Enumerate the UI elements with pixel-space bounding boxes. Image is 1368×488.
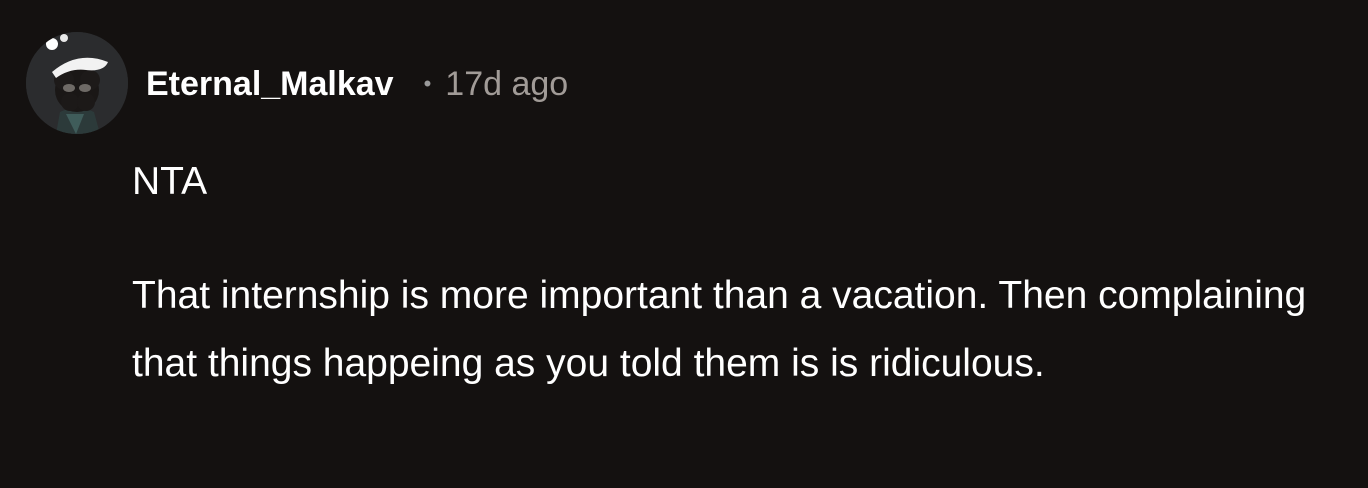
comment-paragraph: NTA xyxy=(132,160,208,203)
comment-paragraph: That internship is more important than a… xyxy=(132,274,1307,385)
avatar[interactable] xyxy=(26,32,128,134)
author-username[interactable]: Eternal_Malkav xyxy=(146,65,394,104)
timestamp[interactable]: 17d ago xyxy=(445,65,568,104)
comment: Eternal_Malkav • 17d ago NTA That intern… xyxy=(0,0,1368,488)
avatar-image xyxy=(26,32,128,134)
comment-meta: Eternal_Malkav • 17d ago xyxy=(146,62,568,106)
meta-separator: • xyxy=(423,71,432,96)
